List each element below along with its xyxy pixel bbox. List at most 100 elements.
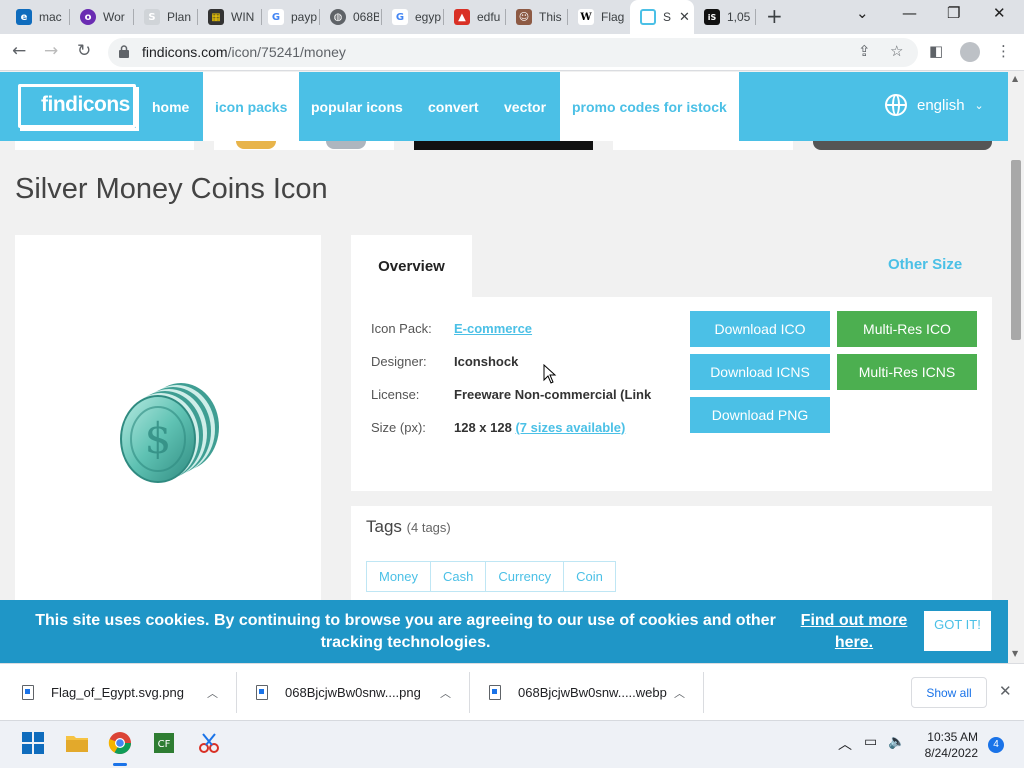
download-ico-button[interactable]: Download ICO bbox=[690, 311, 830, 347]
info-size: Size (px): 128 x 128 (7 sizes available) bbox=[371, 420, 626, 435]
share-icon[interactable]: ⇪ bbox=[858, 42, 871, 60]
findicons-logo[interactable]: findicons bbox=[18, 84, 139, 131]
network-icon[interactable]: ▭ bbox=[864, 734, 877, 750]
download-item[interactable]: Flag_of_Egypt.svg.png ︿ bbox=[22, 664, 236, 721]
snipping-tool-icon[interactable] bbox=[197, 731, 221, 755]
film-icon: ▦ bbox=[208, 9, 224, 25]
windows-taskbar: CF ︿ ▭ 🔈 10:35 AM 8/24/2022 4 bbox=[0, 720, 1024, 768]
nav-vector[interactable]: vector bbox=[504, 72, 546, 141]
browser-toolbar: ← → ↻ findicons.com/icon/75241/money ⇪ ☆… bbox=[0, 34, 1024, 71]
language-selector[interactable]: english ⌄ bbox=[885, 94, 984, 116]
scroll-up-icon[interactable]: ▲ bbox=[1012, 74, 1018, 83]
browser-tab-active[interactable]: S ✕ bbox=[630, 0, 694, 34]
image-file-icon bbox=[256, 685, 268, 700]
thumbnail[interactable] bbox=[613, 141, 793, 150]
globe-icon: ◍ bbox=[330, 9, 346, 25]
info-icon-pack: Icon Pack: E-commerce bbox=[371, 321, 533, 336]
multi-res-icns-button[interactable]: Multi-Res ICNS bbox=[837, 354, 977, 390]
cookie-find-out-more-link[interactable]: Find out more here. bbox=[793, 610, 915, 654]
browser-tab[interactable]: S Plan bbox=[134, 0, 198, 34]
thumbnail[interactable] bbox=[214, 141, 394, 150]
side-panel-icon[interactable]: ◧ bbox=[929, 42, 943, 60]
minimize-icon[interactable]: — bbox=[902, 4, 917, 22]
download-icns-button[interactable]: Download ICNS bbox=[690, 354, 830, 390]
restore-icon[interactable]: ❐ bbox=[947, 4, 960, 22]
browser-tab[interactable]: Gpayp bbox=[258, 0, 320, 34]
close-tab-icon[interactable]: ✕ bbox=[679, 9, 690, 25]
svg-text:CF: CF bbox=[158, 739, 171, 750]
info-designer: Designer: Iconshock bbox=[371, 354, 519, 369]
browser-tab[interactable]: ▲ edfu bbox=[444, 0, 506, 34]
close-window-icon[interactable]: ✕ bbox=[993, 4, 1006, 22]
file-explorer-icon[interactable] bbox=[65, 731, 89, 755]
thumbnail[interactable] bbox=[813, 141, 992, 150]
show-all-downloads-button[interactable]: Show all bbox=[911, 677, 987, 708]
chevron-up-icon[interactable]: ︿ bbox=[674, 685, 685, 701]
cookie-message: This site uses cookies. By continuing to… bbox=[35, 612, 776, 651]
page-scrollbar[interactable]: ▲ ▼ bbox=[1008, 72, 1024, 663]
download-item[interactable]: 068BjcjwBw0snw.....webp ︿ bbox=[489, 664, 703, 721]
chevron-up-icon[interactable]: ︿ bbox=[207, 685, 218, 701]
tag-item[interactable]: Coin bbox=[564, 562, 615, 591]
browser-tab[interactable]: iS 1,05 bbox=[694, 0, 756, 34]
calculator-app-icon[interactable]: CF bbox=[152, 731, 176, 755]
coins-icon: $ bbox=[120, 383, 219, 483]
url-text: findicons.com/icon/75241/money bbox=[142, 44, 346, 60]
volume-icon[interactable]: 🔈 bbox=[888, 734, 905, 750]
chrome-icon[interactable] bbox=[108, 731, 132, 755]
browser-tab[interactable]: ☺ This bbox=[506, 0, 568, 34]
google-icon: G bbox=[392, 9, 408, 25]
browser-tab[interactable]: ◍ 068B bbox=[320, 0, 382, 34]
cookie-got-it-button[interactable]: GOT IT! bbox=[924, 611, 991, 651]
profile-avatar-icon[interactable] bbox=[960, 42, 980, 62]
notification-badge[interactable]: 4 bbox=[988, 737, 1004, 753]
tab-other-size[interactable]: Other Size bbox=[888, 256, 962, 273]
google-icon: G bbox=[268, 9, 284, 25]
menu-kebab-icon[interactable]: ⋮ bbox=[996, 42, 1011, 60]
browser-tab[interactable]: W Flag bbox=[568, 0, 630, 34]
nav-convert[interactable]: convert bbox=[428, 72, 479, 141]
thumbnail[interactable] bbox=[414, 141, 593, 150]
icon-preview-panel: $ bbox=[15, 235, 321, 615]
download-item[interactable]: 068BjcjwBw0snw....png ︿ bbox=[256, 664, 469, 721]
address-bar[interactable]: findicons.com/icon/75241/money bbox=[108, 38, 918, 67]
scroll-down-icon[interactable]: ▼ bbox=[1012, 649, 1018, 658]
tag-list: Money Cash Currency Coin bbox=[366, 561, 616, 592]
icon-pack-link[interactable]: E-commerce bbox=[454, 321, 532, 336]
lock-icon bbox=[119, 45, 129, 58]
multi-res-ico-button[interactable]: Multi-Res ICO bbox=[837, 311, 977, 347]
cookie-banner: This site uses cookies. By continuing to… bbox=[0, 600, 1008, 663]
download-bar: Flag_of_Egypt.svg.png ︿ 068BjcjwBw0snw...… bbox=[0, 663, 1024, 720]
nav-popular-icons[interactable]: popular icons bbox=[311, 72, 403, 141]
image-file-icon bbox=[22, 685, 34, 700]
thumbnail[interactable] bbox=[15, 141, 194, 150]
chevron-up-icon[interactable]: ︿ bbox=[838, 734, 852, 754]
tag-item[interactable]: Money bbox=[367, 562, 432, 591]
tab-search-icon[interactable]: ⌄ bbox=[856, 4, 869, 22]
windows-start-icon[interactable] bbox=[21, 731, 45, 755]
browser-tab[interactable]: o Wor bbox=[70, 0, 134, 34]
reload-icon[interactable]: ↻ bbox=[77, 41, 91, 61]
bookmark-star-icon[interactable]: ☆ bbox=[890, 42, 903, 60]
scrollbar-thumb[interactable] bbox=[1011, 160, 1021, 340]
back-icon[interactable]: ← bbox=[12, 41, 26, 61]
download-png-button[interactable]: Download PNG bbox=[690, 397, 830, 433]
browser-tab[interactable]: ▦ WIN bbox=[198, 0, 262, 34]
forward-icon[interactable]: → bbox=[44, 41, 58, 61]
close-download-bar-icon[interactable]: ✕ bbox=[999, 682, 1012, 700]
tags-heading: Tags (4 tags) bbox=[366, 517, 451, 536]
tag-item[interactable]: Currency bbox=[486, 562, 565, 591]
chevron-up-icon[interactable]: ︿ bbox=[440, 685, 451, 701]
wikipedia-icon: W bbox=[578, 9, 594, 25]
portrait-icon: ☺ bbox=[516, 9, 532, 25]
browser-tab[interactable]: e mac bbox=[6, 0, 70, 34]
tag-item[interactable]: Cash bbox=[431, 562, 487, 591]
browser-tab[interactable]: Gegyp bbox=[382, 0, 444, 34]
system-clock[interactable]: 10:35 AM 8/24/2022 bbox=[912, 729, 978, 761]
nav-home[interactable]: home bbox=[152, 72, 189, 141]
sizes-available-link[interactable]: (7 sizes available) bbox=[515, 420, 625, 435]
nav-promo-codes[interactable]: promo codes for istock bbox=[560, 72, 739, 141]
tab-overview[interactable]: Overview bbox=[351, 235, 472, 297]
new-tab-icon[interactable]: + bbox=[766, 6, 783, 26]
nav-icon-packs[interactable]: icon packs bbox=[203, 72, 300, 141]
